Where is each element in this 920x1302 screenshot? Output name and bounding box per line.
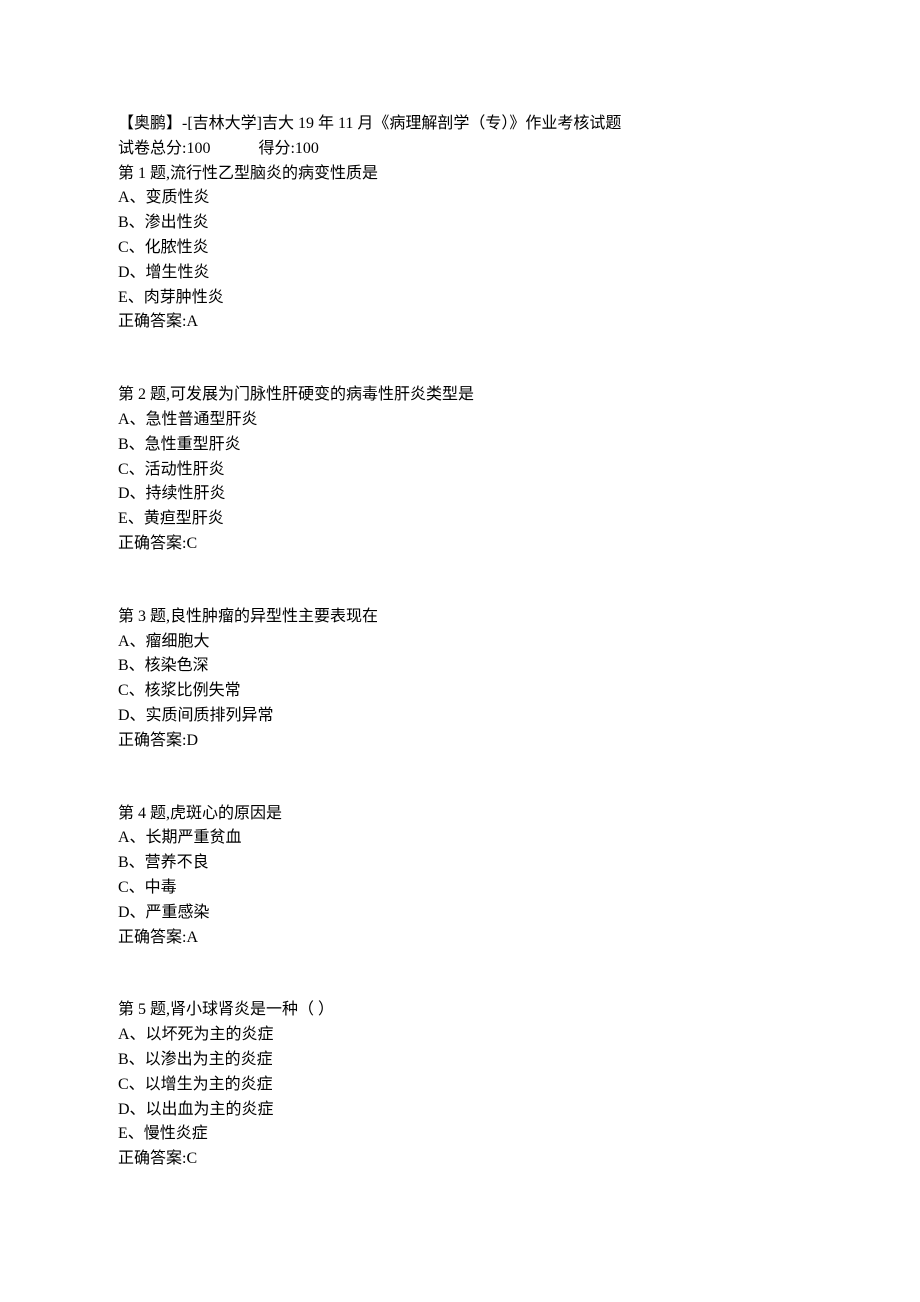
answer-line: 正确答案:A — [118, 926, 802, 951]
question-option: A、长期严重贫血 — [118, 826, 802, 851]
question-option: A、以坏死为主的炎症 — [118, 1023, 802, 1048]
question-option: C、中毒 — [118, 876, 802, 901]
question-option: B、渗出性炎 — [118, 211, 802, 236]
question-option: A、变质性炎 — [118, 186, 802, 211]
answer-label: 正确答案: — [118, 929, 186, 946]
question-option: D、严重感染 — [118, 901, 802, 926]
question-stem: 第 5 题,肾小球肾炎是一种（ ） — [118, 998, 802, 1023]
question-option: C、化脓性炎 — [118, 236, 802, 261]
answer-line: 正确答案:C — [118, 532, 802, 557]
question-block: 第 1 题,流行性乙型脑炎的病变性质是 A、变质性炎 B、渗出性炎 C、化脓性炎… — [118, 162, 802, 336]
obtained-score-value: 100 — [295, 140, 319, 157]
score-line: 试卷总分:100得分:100 — [118, 137, 802, 162]
answer-label: 正确答案: — [118, 535, 186, 552]
question-option: B、营养不良 — [118, 851, 802, 876]
question-block: 第 2 题,可发展为门脉性肝硬变的病毒性肝炎类型是 A、急性普通型肝炎 B、急性… — [118, 383, 802, 557]
question-option: B、核染色深 — [118, 654, 802, 679]
obtained-score-label: 得分: — [258, 140, 294, 157]
answer-value: C — [186, 1150, 197, 1167]
total-score-label: 试卷总分: — [118, 140, 186, 157]
answer-value: A — [186, 313, 198, 330]
answer-value: D — [186, 732, 198, 749]
question-block: 第 4 题,虎斑心的原因是 A、长期严重贫血 B、营养不良 C、中毒 D、严重感… — [118, 802, 802, 951]
question-stem: 第 2 题,可发展为门脉性肝硬变的病毒性肝炎类型是 — [118, 383, 802, 408]
question-option: D、以出血为主的炎症 — [118, 1098, 802, 1123]
question-option: B、以渗出为主的炎症 — [118, 1048, 802, 1073]
answer-label: 正确答案: — [118, 1150, 186, 1167]
question-option: C、活动性肝炎 — [118, 458, 802, 483]
answer-line: 正确答案:A — [118, 310, 802, 335]
question-option: A、瘤细胞大 — [118, 630, 802, 655]
total-score-value: 100 — [186, 140, 210, 157]
question-option: E、肉芽肿性炎 — [118, 286, 802, 311]
answer-value: A — [186, 929, 198, 946]
answer-value: C — [186, 535, 197, 552]
question-stem: 第 1 题,流行性乙型脑炎的病变性质是 — [118, 162, 802, 187]
question-option: C、核浆比例失常 — [118, 679, 802, 704]
question-block: 第 5 题,肾小球肾炎是一种（ ） A、以坏死为主的炎症 B、以渗出为主的炎症 … — [118, 998, 802, 1172]
answer-line: 正确答案:C — [118, 1147, 802, 1172]
question-option: D、增生性炎 — [118, 261, 802, 286]
question-option: E、慢性炎症 — [118, 1122, 802, 1147]
question-option: B、急性重型肝炎 — [118, 433, 802, 458]
question-option: C、以增生为主的炎症 — [118, 1073, 802, 1098]
question-stem: 第 4 题,虎斑心的原因是 — [118, 802, 802, 827]
answer-line: 正确答案:D — [118, 729, 802, 754]
document-page: 【奥鹏】-[吉林大学]吉大 19 年 11 月《病理解剖学（专）》作业考核试题 … — [0, 0, 920, 1302]
question-option: D、持续性肝炎 — [118, 482, 802, 507]
exam-title: 【奥鹏】-[吉林大学]吉大 19 年 11 月《病理解剖学（专）》作业考核试题 — [118, 112, 802, 137]
question-block: 第 3 题,良性肿瘤的异型性主要表现在 A、瘤细胞大 B、核染色深 C、核浆比例… — [118, 605, 802, 754]
answer-label: 正确答案: — [118, 732, 186, 749]
answer-label: 正确答案: — [118, 313, 186, 330]
question-option: E、黄疸型肝炎 — [118, 507, 802, 532]
question-option: A、急性普通型肝炎 — [118, 408, 802, 433]
question-stem: 第 3 题,良性肿瘤的异型性主要表现在 — [118, 605, 802, 630]
question-option: D、实质间质排列异常 — [118, 704, 802, 729]
